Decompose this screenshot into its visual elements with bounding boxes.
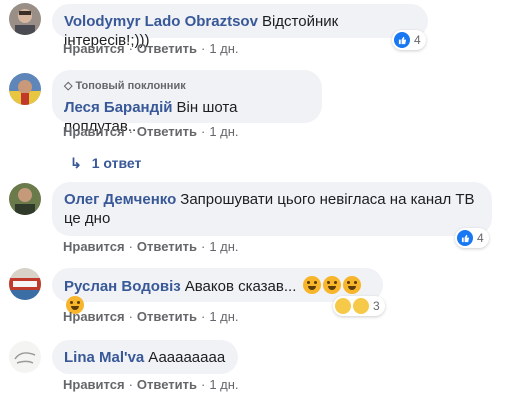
reaction-summary[interactable]: 4 xyxy=(392,30,426,50)
comment-item: ◇ Топовый поклонник Леся Барандій Він шот… xyxy=(0,66,525,171)
reply-button[interactable]: Ответить xyxy=(137,124,197,139)
wow-icon xyxy=(353,298,369,314)
like-icon xyxy=(457,230,473,246)
diamond-icon: ◇ xyxy=(64,80,76,92)
avatar[interactable] xyxy=(9,3,41,35)
timestamp[interactable]: 1 дн. xyxy=(209,377,238,392)
reply-button[interactable]: Ответить xyxy=(137,239,197,254)
separator: · xyxy=(128,377,133,392)
separator: · xyxy=(200,377,206,392)
comment-author[interactable]: Volodymyr Lado Obraztsov xyxy=(64,13,258,30)
separator: · xyxy=(200,309,206,324)
avatar[interactable] xyxy=(9,73,41,105)
grinning-face-icon xyxy=(322,276,341,294)
comment-bubble: Руслан Водовіз Аваков сказав... xyxy=(52,268,383,314)
comment-text: Аваков сказав... xyxy=(184,278,297,295)
comment-actions: Нравится · Ответить · 1 дн. xyxy=(63,41,239,56)
separator: · xyxy=(200,41,206,56)
separator: · xyxy=(128,239,133,254)
reply-arrow-icon: ↳ xyxy=(70,155,82,171)
comment-actions: Нравится · Ответить · 1 дн. xyxy=(63,124,239,139)
comment-item: Lina Mal'va Ааааааааа Нравится · Ответить · 1… xyxy=(0,338,525,403)
reaction-summary[interactable]: 3 xyxy=(333,296,385,316)
comment-actions: Нравится · Ответить · 1 дн. xyxy=(63,377,239,392)
reply-button[interactable]: Ответить xyxy=(137,309,197,324)
grinning-face-icon xyxy=(342,276,361,294)
reaction-summary[interactable]: 4 xyxy=(455,228,489,248)
avatar[interactable] xyxy=(9,341,41,373)
like-button[interactable]: Нравится xyxy=(63,124,125,139)
like-button[interactable]: Нравится xyxy=(63,309,125,324)
astonished-face-icon xyxy=(302,276,321,294)
comment-author[interactable]: Руслан Водовіз xyxy=(64,278,181,295)
comment-text: Ааааааааа xyxy=(148,349,226,366)
top-fan-badge: ◇ Топовый поклонник xyxy=(64,80,186,92)
comment-author[interactable]: Олег Демченко xyxy=(64,191,176,208)
separator: · xyxy=(200,124,206,139)
reply-button[interactable]: Ответить xyxy=(137,41,197,56)
comment-item: Volodymyr Lado Obraztsov Відстойник інтер… xyxy=(0,0,525,60)
like-button[interactable]: Нравится xyxy=(63,41,125,56)
avatar[interactable] xyxy=(9,268,41,300)
timestamp[interactable]: 1 дн. xyxy=(209,41,238,56)
comment-actions: Нравится · Ответить · 1 дн. xyxy=(63,239,239,254)
separator: · xyxy=(128,124,133,139)
comment-bubble: Lina Mal'va Ааааааааа xyxy=(52,340,238,374)
timestamp[interactable]: 1 дн. xyxy=(209,124,238,139)
comment-author[interactable]: Lina Mal'va xyxy=(64,349,144,366)
like-button[interactable]: Нравится xyxy=(63,377,125,392)
timestamp[interactable]: 1 дн. xyxy=(209,239,238,254)
comment-bubble: ◇ Топовый поклонник Леся Барандій Він шот… xyxy=(52,70,322,135)
reaction-count: 4 xyxy=(477,231,484,245)
comment-item: Руслан Водовіз Аваков сказав... 3 Нравитс… xyxy=(0,266,525,330)
haha-icon xyxy=(335,298,351,314)
comment-author[interactable]: Леся Барандій xyxy=(64,99,173,116)
timestamp[interactable]: 1 дн. xyxy=(209,309,238,324)
separator: · xyxy=(200,239,206,254)
view-replies-link[interactable]: ↳ 1 ответ xyxy=(70,155,141,172)
separator: · xyxy=(128,309,133,324)
reaction-count: 3 xyxy=(373,299,380,313)
like-button[interactable]: Нравится xyxy=(63,239,125,254)
comment-item: Олег Демченко Запрошувати цього невігласа… xyxy=(0,180,525,260)
comment-actions: Нравится · Ответить · 1 дн. xyxy=(63,309,239,324)
reaction-count: 4 xyxy=(414,33,421,47)
separator: · xyxy=(128,41,133,56)
avatar[interactable] xyxy=(9,183,41,215)
comment-bubble: Олег Демченко Запрошувати цього невігласа… xyxy=(52,182,492,236)
reply-button[interactable]: Ответить xyxy=(137,377,197,392)
like-icon xyxy=(394,32,410,48)
comment-bubble: Volodymyr Lado Obraztsov Відстойник інтер… xyxy=(52,4,428,49)
